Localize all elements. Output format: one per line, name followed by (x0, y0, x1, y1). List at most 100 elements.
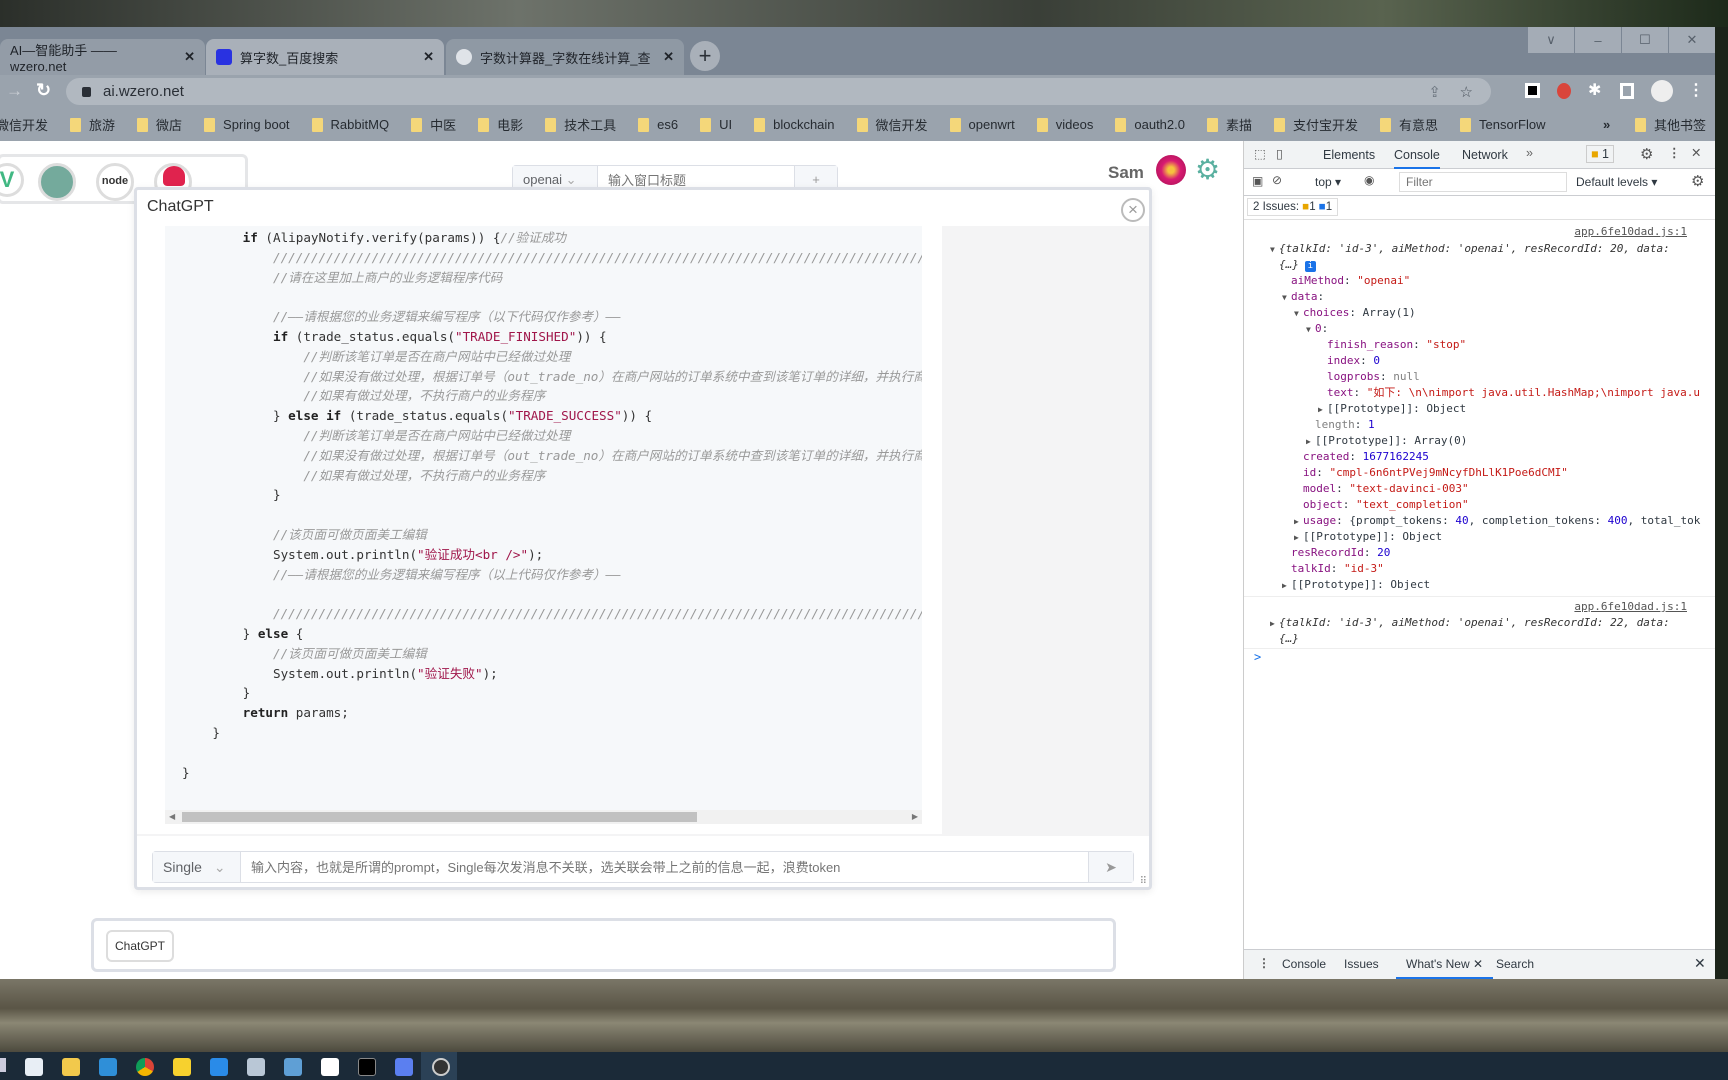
settings-gear-icon[interactable]: ⚙ (1640, 145, 1653, 163)
info-icon[interactable]: i (1304, 261, 1316, 272)
other-bookmarks-folder[interactable]: 其他书签 (1635, 115, 1706, 134)
console-filter-input[interactable] (1399, 172, 1567, 192)
console-row[interactable]: ▼ data: (1244, 289, 1715, 305)
console-row[interactable]: ▶ usage: {prompt_tokens: 40, completion_t… (1244, 513, 1715, 529)
mode-select[interactable]: Single ⌄ (153, 852, 241, 882)
expand-arrow-icon[interactable]: ▶ (1306, 434, 1314, 449)
more-tabs-button[interactable]: » (1526, 146, 1533, 160)
clear-console-icon[interactable]: ⊘ (1272, 173, 1282, 187)
tab-ai-assistant[interactable]: AI—智能助手 —— wzero.net ✕ (0, 39, 205, 75)
horizontal-scrollbar[interactable]: ◀ ▶ (165, 810, 922, 824)
typora-icon[interactable] (321, 1058, 339, 1076)
console-settings-icon[interactable]: ⚙ (1691, 172, 1704, 190)
resize-handle[interactable]: ⠿ (1140, 876, 1147, 887)
new-tab-button[interactable]: + (690, 41, 720, 71)
console-prompt[interactable]: > (1254, 650, 1261, 664)
inspect-element-icon[interactable]: ⬚ (1254, 146, 1266, 161)
console-row[interactable]: ▶ [[Prototype]]: Object (1244, 401, 1715, 417)
user-avatar[interactable] (1156, 155, 1186, 185)
collapse-arrow-icon[interactable]: ▼ (1294, 306, 1302, 321)
tab-baidu-search[interactable]: 算字数_百度搜索 ✕ (206, 39, 444, 75)
tab-search-button[interactable]: ∨ (1528, 27, 1574, 53)
scroll-left-arrow-icon[interactable]: ◀ (169, 812, 175, 821)
bookmark-folder[interactable]: 微信开发 (0, 115, 48, 134)
drawer-tab-issues[interactable]: Issues (1344, 957, 1379, 971)
drawer-tab-whats-new[interactable]: What's New ✕ (1396, 950, 1494, 979)
sidebar-toggle-icon[interactable]: ▣ (1252, 174, 1263, 188)
log-levels-select[interactable]: Default levels ▾ (1576, 175, 1657, 189)
collapse-arrow-icon[interactable]: ▼ (1282, 290, 1290, 305)
obs-icon[interactable] (432, 1058, 450, 1076)
forward-icon[interactable]: → (6, 81, 23, 101)
store-icon[interactable] (25, 1058, 43, 1076)
expand-arrow-icon[interactable]: ▶ (1270, 616, 1278, 631)
drawer-tab-search[interactable]: Search (1496, 957, 1534, 971)
console-row[interactable]: ▶ [[Prototype]]: Object (1244, 577, 1715, 593)
settings-gear-icon[interactable]: ⚙ (1195, 153, 1220, 186)
bookmark-folder[interactable]: 微信开发 (856, 115, 928, 134)
live-expression-eye-icon[interactable]: ◉ (1364, 173, 1374, 187)
console-row[interactable]: ▼ 0: (1244, 321, 1715, 337)
notepad-icon[interactable] (247, 1058, 265, 1076)
start-button[interactable] (0, 1058, 6, 1072)
chrome-icon[interactable] (136, 1058, 154, 1076)
close-devtools-icon[interactable]: ✕ (1691, 145, 1701, 160)
issues-badge[interactable]: ■ 1 (1586, 145, 1614, 163)
more-options-icon[interactable]: ⋮ (1668, 145, 1681, 160)
collapse-arrow-icon[interactable]: ▼ (1270, 242, 1278, 257)
bookmark-folder[interactable]: Spring boot (204, 117, 290, 132)
bookmark-folder[interactable]: 素描 (1206, 115, 1252, 134)
maximize-button[interactable]: ☐ (1622, 27, 1668, 53)
vscode-icon[interactable] (210, 1058, 228, 1076)
context-select[interactable]: top ▾ (1315, 175, 1341, 189)
close-tab-icon[interactable]: ✕ (184, 49, 195, 65)
console-row[interactable]: ▶ [[Prototype]]: Object (1244, 529, 1715, 545)
scrollbar-thumb[interactable] (182, 812, 697, 822)
profile-avatar[interactable] (1651, 80, 1673, 102)
extension-icon[interactable] (1525, 83, 1540, 98)
expand-arrow-icon[interactable]: ▶ (1318, 402, 1326, 417)
bookmark-folder[interactable]: blockchain (754, 117, 835, 132)
close-tab-icon[interactable]: ✕ (423, 49, 434, 65)
modal-close-button[interactable]: × (1121, 198, 1145, 222)
tab-word-counter[interactable]: 字数计算器_字数在线计算_查字数 ✕ (446, 39, 684, 75)
bookmark-folder[interactable]: 中医 (411, 115, 456, 134)
bookmarks-overflow-button[interactable]: » (1603, 117, 1610, 132)
tab-console[interactable]: Console (1394, 148, 1440, 169)
bookmark-folder[interactable]: openwrt (949, 117, 1015, 132)
bookmark-folder[interactable]: 旅游 (70, 115, 115, 134)
remote-desktop-icon[interactable] (284, 1058, 302, 1076)
tab-network[interactable]: Network (1462, 148, 1508, 162)
vue-app-icon[interactable]: V (0, 163, 24, 197)
minimize-button[interactable]: – (1575, 27, 1621, 53)
close-tab-icon[interactable]: ✕ (663, 49, 674, 65)
bookmark-folder[interactable]: 电影 (478, 115, 523, 134)
sticky-notes-icon[interactable] (173, 1058, 191, 1076)
bookmark-folder[interactable]: es6 (638, 117, 678, 132)
address-bar[interactable]: ai.wzero.net ⇪ ☆ (66, 78, 1491, 105)
expand-arrow-icon[interactable]: ▶ (1282, 578, 1290, 593)
bookmark-folder[interactable]: 有意思 (1380, 115, 1438, 134)
device-toolbar-icon[interactable]: ▯ (1276, 146, 1283, 161)
bookmark-folder[interactable]: 支付宝开发 (1274, 115, 1358, 134)
bookmark-folder[interactable]: 微店 (137, 115, 182, 134)
file-explorer-icon[interactable] (62, 1058, 80, 1076)
share-icon[interactable]: ⇪ (1428, 83, 1441, 101)
bookmark-folder[interactable]: oauth2.0 (1115, 117, 1185, 132)
node-app-icon[interactable]: node (96, 163, 134, 201)
intellij-icon[interactable] (358, 1058, 376, 1076)
expand-arrow-icon[interactable]: ▶ (1294, 514, 1302, 529)
close-tab-icon[interactable]: ✕ (1473, 957, 1483, 971)
reload-icon[interactable]: ↻ (36, 80, 51, 101)
chatgpt-app-icon[interactable] (38, 163, 76, 201)
bookmark-folder[interactable]: 技术工具 (545, 115, 616, 134)
collapse-arrow-icon[interactable]: ▼ (1306, 322, 1314, 337)
console-log-collapsed[interactable]: ▶ {talkId: 'id-3', aiMethod: 'openai', re… (1244, 615, 1715, 631)
scroll-right-arrow-icon[interactable]: ▶ (912, 812, 918, 821)
menu-kebab-icon[interactable]: ⋮ (1688, 80, 1704, 100)
bookmark-folder[interactable]: TensorFlow (1460, 117, 1546, 132)
source-link[interactable]: app.6fe10dad.js:1 (1574, 225, 1687, 238)
dock-chatgpt-button[interactable]: ChatGPT (106, 930, 174, 962)
close-window-button[interactable]: ✕ (1669, 27, 1715, 53)
side-panel-icon[interactable] (1620, 83, 1634, 99)
